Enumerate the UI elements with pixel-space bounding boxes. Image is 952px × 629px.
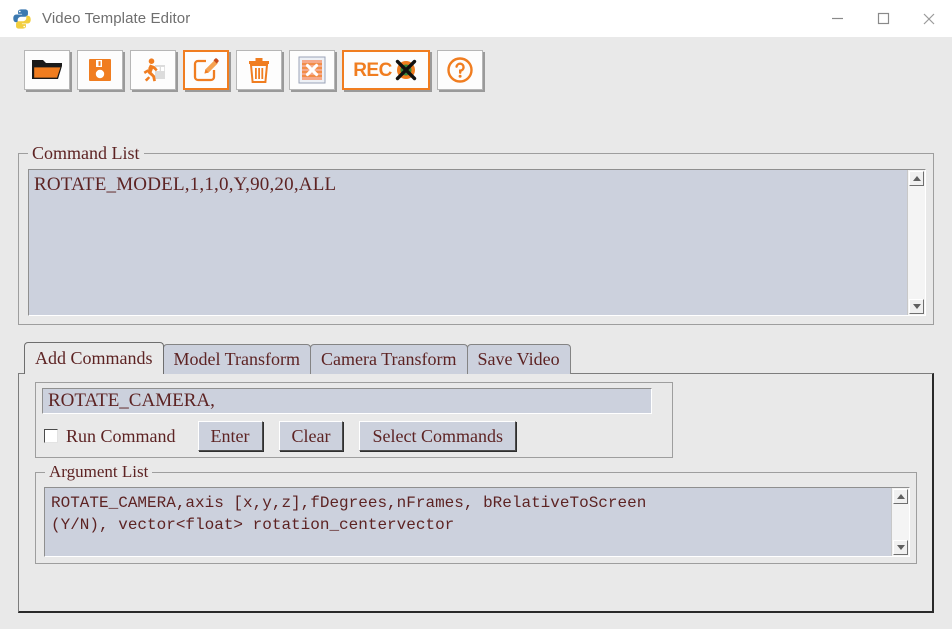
open-folder-icon	[31, 57, 63, 83]
command-list-textarea[interactable]: ROTATE_MODEL,1,1,0,Y,90,20,ALL	[28, 169, 926, 316]
tab-add-commands[interactable]: Add Commands	[24, 342, 164, 374]
tab-camera-transform[interactable]: Camera Transform	[310, 344, 468, 374]
command-list-content: ROTATE_MODEL,1,1,0,Y,90,20,ALL	[34, 174, 337, 195]
toolbar: REC	[24, 50, 483, 90]
minimize-button[interactable]	[814, 0, 860, 37]
run-button[interactable]	[130, 50, 176, 90]
clear-button[interactable]: Clear	[278, 421, 344, 451]
argument-list-group: Argument List ROTATE_CAMERA,axis [x,y,z]…	[35, 462, 917, 564]
tab-strip: Add Commands Model Transform Camera Tran…	[24, 342, 571, 374]
delete-x-box-icon	[298, 56, 326, 84]
argument-list-scrollbar[interactable]	[891, 488, 909, 556]
tab-panel-add-commands: ROTATE_CAMERA, Run Command Enter Clear S…	[18, 373, 934, 613]
command-controls-row: Run Command Enter Clear Select Commands	[44, 421, 532, 451]
chevron-down-icon	[912, 304, 921, 309]
tab-label: Add Commands	[35, 348, 153, 368]
command-input[interactable]: ROTATE_CAMERA,	[42, 388, 652, 414]
client-area: REC Command List ROTATE_MODEL,1,1,0,Y,90…	[0, 37, 952, 629]
open-button[interactable]	[24, 50, 70, 90]
enter-button-label: Enter	[210, 425, 250, 446]
tab-model-transform[interactable]: Model Transform	[162, 344, 312, 374]
trash-bin-icon	[246, 57, 272, 84]
save-button[interactable]	[77, 50, 123, 90]
close-button[interactable]	[906, 0, 952, 37]
delete-button[interactable]	[236, 50, 282, 90]
chevron-down-icon	[896, 545, 905, 550]
argument-list-content: ROTATE_CAMERA,axis [x,y,z],fDegrees,nFra…	[51, 494, 647, 534]
select-commands-button[interactable]: Select Commands	[359, 421, 516, 451]
chevron-up-icon	[912, 176, 921, 181]
record-button[interactable]: REC	[342, 50, 430, 90]
run-person-icon	[139, 56, 167, 84]
argument-list-textarea[interactable]: ROTATE_CAMERA,axis [x,y,z],fDegrees,nFra…	[44, 487, 910, 557]
scroll-down-button[interactable]	[909, 299, 924, 314]
edit-button[interactable]	[183, 50, 229, 90]
argument-list-group-title: Argument List	[45, 462, 153, 482]
edit-pencil-icon	[192, 56, 220, 84]
chevron-up-icon	[896, 494, 905, 499]
window-title: Video Template Editor	[42, 10, 191, 27]
enter-button[interactable]: Enter	[197, 421, 263, 451]
scroll-down-button[interactable]	[893, 540, 908, 555]
record-stop-icon	[393, 57, 419, 83]
scroll-up-button[interactable]	[893, 489, 908, 504]
scroll-up-button[interactable]	[909, 171, 924, 186]
tab-label: Model Transform	[173, 349, 301, 369]
command-list-group: Command List ROTATE_MODEL,1,1,0,Y,90,20,…	[18, 143, 934, 325]
python-logo-icon	[11, 8, 33, 30]
help-button[interactable]	[437, 50, 483, 90]
command-list-group-title: Command List	[28, 143, 144, 163]
command-list-scrollbar[interactable]	[907, 170, 925, 315]
window-titlebar: Video Template Editor	[0, 0, 952, 38]
clear-button-label: Clear	[291, 425, 331, 446]
maximize-button[interactable]	[860, 0, 906, 37]
tab-label: Camera Transform	[321, 349, 457, 369]
help-question-icon	[446, 56, 474, 84]
command-input-value: ROTATE_CAMERA,	[48, 390, 215, 411]
tab-label: Save Video	[477, 349, 560, 369]
run-command-label: Run Command	[66, 425, 176, 446]
window-controls	[814, 0, 952, 37]
clear-all-button[interactable]	[289, 50, 335, 90]
command-entry-panel: ROTATE_CAMERA, Run Command Enter Clear S…	[35, 382, 673, 458]
record-label: REC	[353, 59, 392, 81]
tab-save-video[interactable]: Save Video	[466, 344, 571, 374]
run-command-checkbox[interactable]	[44, 429, 58, 443]
save-floppy-icon	[87, 57, 113, 83]
select-commands-button-label: Select Commands	[372, 425, 503, 446]
